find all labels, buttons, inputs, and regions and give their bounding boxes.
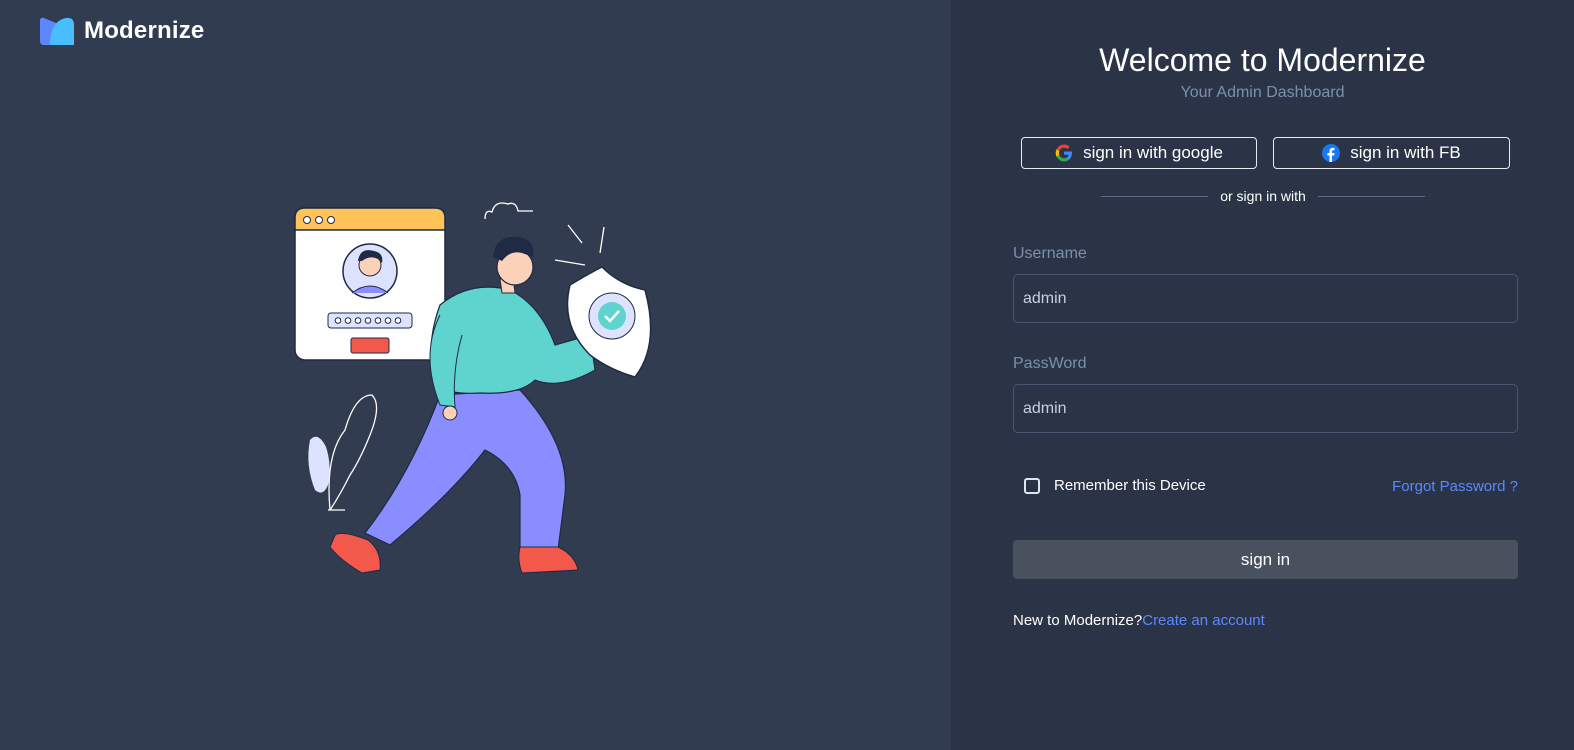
password-label: PassWord: [1013, 355, 1087, 372]
facebook-icon: [1322, 144, 1341, 162]
modernize-logo-icon: [40, 17, 74, 45]
forgot-password-link[interactable]: Forgot Password ?: [1392, 478, 1518, 495]
security-login-illustration: [294, 202, 652, 574]
signup-prompt: New to Modernize?Create an account: [1013, 612, 1265, 629]
divider: or sign in with: [1101, 186, 1425, 206]
remember-device-checkbox[interactable]: [1024, 477, 1040, 494]
page-subtitle: Your Admin Dashboard: [1180, 84, 1345, 101]
signin-button[interactable]: sign in: [1013, 540, 1518, 579]
divider-line-left: [1101, 195, 1209, 197]
remember-device-row[interactable]: Remember this Device: [1024, 477, 1206, 494]
facebook-signin-label: sign in with FB: [1350, 143, 1461, 162]
google-signin-label: sign in with google: [1083, 143, 1223, 162]
divider-text: or sign in with: [1220, 188, 1306, 204]
brand-logo[interactable]: Modernize: [40, 16, 204, 46]
remember-device-label: Remember this Device: [1054, 477, 1206, 494]
new-user-text: New to Modernize?: [1013, 612, 1143, 629]
divider-line-right: [1317, 195, 1425, 197]
username-input[interactable]: [1013, 274, 1518, 323]
password-input[interactable]: [1013, 384, 1518, 433]
brand-name: Modernize: [84, 17, 205, 44]
page-title: Welcome to Modernize: [1099, 42, 1426, 78]
create-account-link[interactable]: Create an account: [1142, 612, 1265, 629]
facebook-signin-button[interactable]: sign in with FB: [1273, 137, 1510, 169]
left-panel: Modernize: [0, 0, 951, 750]
google-icon: [1055, 144, 1073, 162]
google-signin-button[interactable]: sign in with google: [1021, 137, 1257, 169]
username-label: Username: [1013, 245, 1087, 262]
login-panel: Welcome to Modernize Your Admin Dashboar…: [951, 0, 1574, 750]
